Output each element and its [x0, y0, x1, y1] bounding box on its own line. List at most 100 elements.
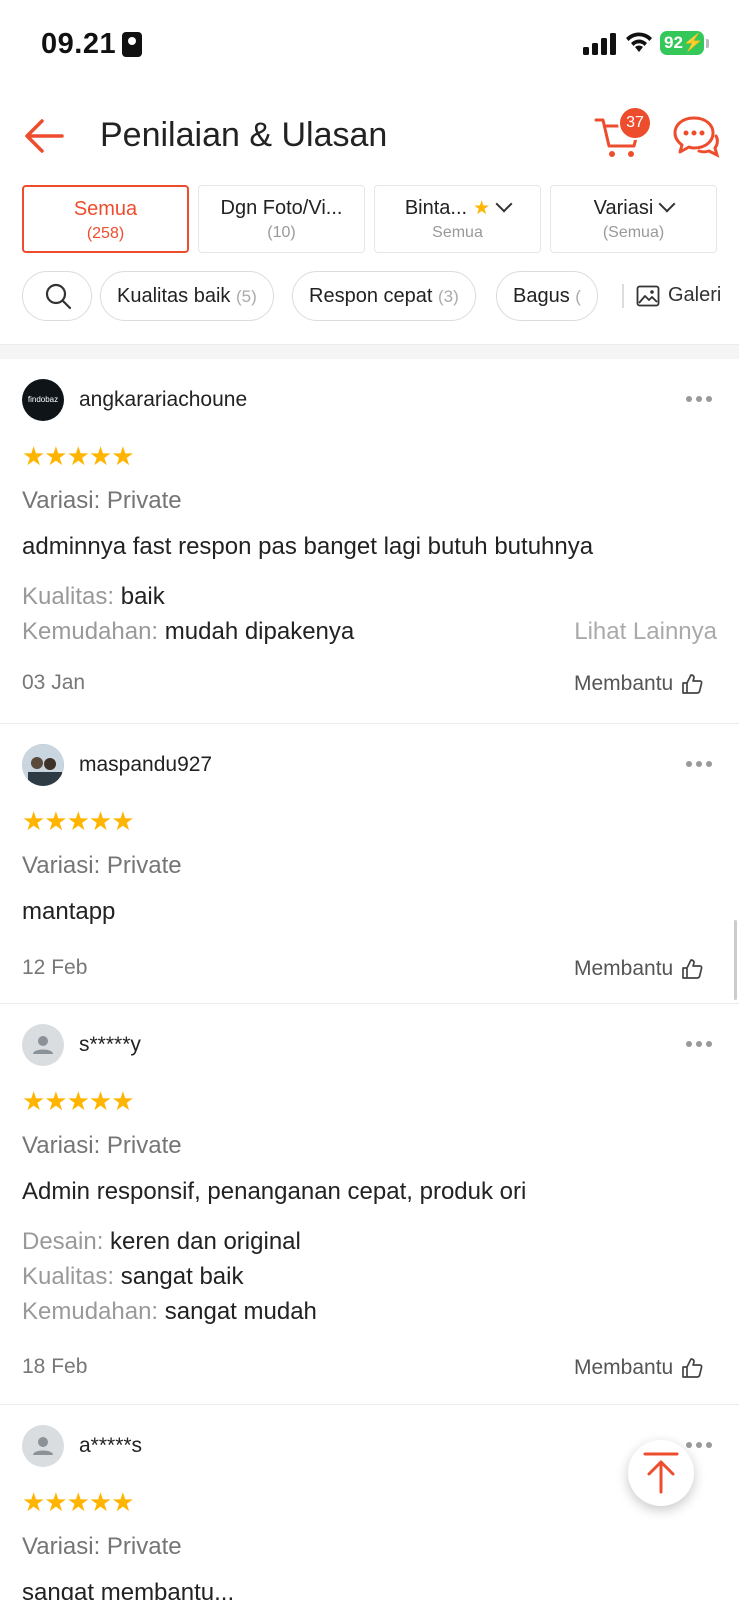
- attr-key: Kualitas:: [22, 583, 115, 610]
- tab-count: (10): [267, 224, 296, 241]
- helpful-label: Membantu: [574, 672, 674, 695]
- status-bar: 09.21 92⚡: [0, 0, 739, 88]
- review-date: 12 Feb: [22, 956, 88, 979]
- chevron-down-icon: [495, 195, 513, 213]
- tab-label: Binta...: [404, 197, 468, 219]
- rating-stars: ★★★★★: [22, 1487, 135, 1517]
- tab-semua[interactable]: Semua (258): [22, 185, 189, 253]
- signal-icon: [583, 33, 616, 55]
- reviewer-name: s*****y: [79, 1033, 141, 1056]
- search-chip[interactable]: [22, 271, 92, 321]
- more-dots-icon[interactable]: [686, 1435, 718, 1448]
- chip-kualitas-baik[interactable]: Kualitas baik (5): [100, 271, 274, 321]
- scroll-to-top-button[interactable]: [628, 1440, 694, 1506]
- default-user-icon: [33, 1437, 53, 1455]
- attr-value: sangat mudah: [164, 1298, 317, 1325]
- keyword-chips: Kualitas baik (5) Respon cepat (3) Bagus…: [22, 271, 739, 325]
- tab-count: (Semua): [602, 224, 665, 241]
- rating-stars: ★★★★★: [22, 1086, 135, 1116]
- battery-level: 92: [664, 33, 683, 52]
- chip-count: (5): [235, 287, 257, 306]
- chip-label: Respon cepat: [309, 285, 433, 307]
- more-dots-icon[interactable]: [686, 389, 718, 402]
- review-item: a*****s ★★★★★ Variasi: Private sangat me…: [0, 1405, 739, 1600]
- chip-count: (3): [437, 287, 459, 306]
- attr-value: baik: [120, 583, 165, 610]
- tab-photo-video[interactable]: Dgn Foto/Vi... (10): [198, 185, 365, 253]
- review-text: adminnya fast respon pas banget lagi but…: [22, 533, 594, 560]
- attr-key: Kemudahan:: [22, 618, 159, 645]
- contact-card-icon: [122, 32, 142, 57]
- review-variant: Variasi: Private: [22, 1533, 182, 1560]
- review-attribute: Kualitas: sangat baik: [22, 1263, 244, 1291]
- gallery-button[interactable]: Galeri: [622, 271, 739, 321]
- tab-variasi[interactable]: Variasi (Semua): [550, 185, 717, 253]
- chip-label: Bagus: [513, 285, 570, 307]
- review-item: maspandu927 ★★★★★ Variasi: Private manta…: [0, 724, 739, 1004]
- arrow-left-icon[interactable]: [22, 116, 66, 156]
- avatar[interactable]: findobaz: [22, 379, 64, 421]
- thumbs-up-icon: [682, 1358, 703, 1378]
- search-icon: [45, 283, 72, 310]
- helpful-button[interactable]: Membantu: [574, 1352, 703, 1380]
- thumbs-up-icon: [682, 959, 703, 979]
- helpful-button[interactable]: Membantu: [574, 668, 703, 696]
- battery-tip: [706, 39, 709, 48]
- attr-key: Kualitas:: [22, 1263, 115, 1290]
- avatar[interactable]: [22, 1024, 64, 1066]
- thumbs-up-icon: [682, 674, 703, 694]
- tab-bintang[interactable]: Binta... ★ Semua: [374, 185, 541, 253]
- tab-count: Semua: [432, 224, 483, 241]
- chip-label: Kualitas baik: [117, 285, 231, 307]
- review-date: 03 Jan: [22, 671, 86, 694]
- review-attribute: Kemudahan: mudah dipakenya: [22, 618, 354, 646]
- tab-label: Dgn Foto/Vi...: [220, 197, 343, 219]
- review-text: sangat membantu...: [22, 1579, 235, 1600]
- rating-stars: ★★★★★: [22, 441, 135, 471]
- cart-count-badge: 37: [618, 106, 652, 140]
- gallery-label: Galeri: [668, 284, 722, 306]
- section-divider: [0, 344, 739, 360]
- helpful-button[interactable]: Membantu: [574, 953, 703, 981]
- see-more-link[interactable]: Lihat Lainnya: [574, 618, 717, 646]
- chip-count: (: [575, 287, 581, 306]
- page-title: Penilaian & Ulasan: [100, 116, 388, 154]
- helpful-label: Membantu: [574, 1356, 674, 1379]
- reviewer-name: a*****s: [79, 1434, 143, 1457]
- filter-tabs: Semua (258) Dgn Foto/Vi... (10) Binta...…: [22, 185, 722, 255]
- review-attribute: Kemudahan: sangat mudah: [22, 1298, 317, 1326]
- review-text: mantapp: [22, 898, 116, 925]
- review-variant: Variasi: Private: [22, 852, 182, 879]
- avatar-logo-text: findobaz: [27, 395, 59, 404]
- more-dots-icon[interactable]: [686, 1034, 718, 1047]
- battery-indicator: 92⚡: [660, 31, 704, 55]
- image-icon: [636, 285, 660, 307]
- reviewer-name: maspandu927: [79, 753, 213, 776]
- chip-respon-cepat[interactable]: Respon cepat (3): [292, 271, 476, 321]
- review-item: s*****y ★★★★★ Variasi: Private Admin res…: [0, 1004, 739, 1405]
- chat-icon[interactable]: [672, 114, 720, 160]
- reviewer-name: angkarariachoune: [79, 388, 248, 411]
- avatar[interactable]: [22, 744, 64, 786]
- arrow-up-icon: [643, 1452, 679, 1494]
- helpful-label: Membantu: [574, 957, 674, 980]
- rating-stars: ★★★★★: [22, 806, 135, 836]
- review-item: findobaz angkarariachoune ★★★★★ Variasi:…: [0, 359, 739, 724]
- default-user-icon: [33, 1036, 53, 1054]
- review-date: 18 Feb: [22, 1355, 88, 1378]
- avatar-photo: [22, 744, 64, 786]
- more-dots-icon[interactable]: [686, 754, 718, 767]
- attr-value: keren dan original: [110, 1228, 301, 1255]
- review-variant: Variasi: Private: [22, 1132, 182, 1159]
- chip-bagus[interactable]: Bagus (: [496, 271, 598, 321]
- attr-value: sangat baik: [120, 1263, 244, 1290]
- avatar[interactable]: [22, 1425, 64, 1467]
- chevron-down-icon: [658, 195, 676, 213]
- wifi-icon: [626, 32, 652, 52]
- attr-value: mudah dipakenya: [164, 618, 355, 645]
- tab-label: Semua: [73, 198, 138, 220]
- status-time: 09.21: [41, 28, 117, 60]
- scrollbar[interactable]: [734, 920, 737, 1000]
- attr-key: Kemudahan:: [22, 1298, 159, 1325]
- tab-count: (258): [86, 225, 125, 242]
